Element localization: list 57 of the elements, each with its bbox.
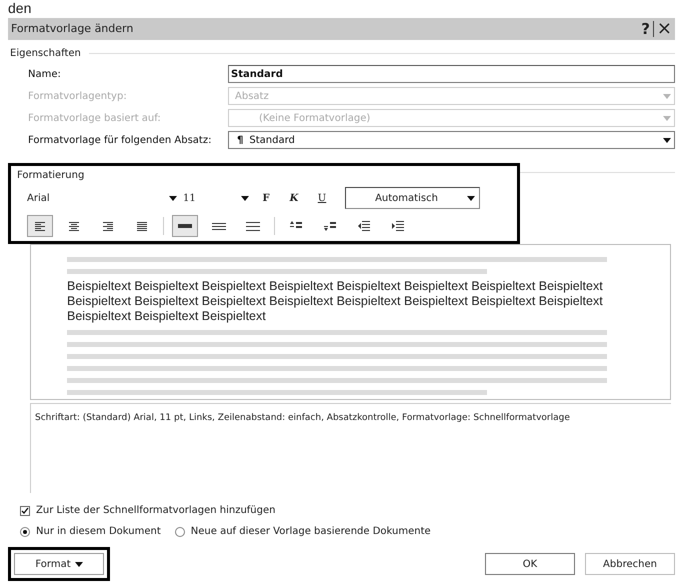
sample-text: Beispieltext Beispieltext Beispieltext xyxy=(67,309,267,324)
dropdown-arrow-icon xyxy=(663,138,671,142)
field-label: Formatvorlage für folgenden Absatz: xyxy=(27,134,212,148)
radio-label: Nur in diesem Dokument xyxy=(36,525,161,539)
dropdown-arrow-icon xyxy=(663,94,671,98)
dropdown-arrow-icon xyxy=(241,196,249,200)
field-label: Formatvorlage basiert auf: xyxy=(27,112,162,126)
dropdown-field[interactable]: ¶ Standard xyxy=(228,131,675,149)
outdent-icon xyxy=(358,221,370,231)
indent-icon xyxy=(392,221,404,231)
bold-button[interactable]: F xyxy=(255,190,277,206)
paragraph-spacing-icon xyxy=(324,221,336,231)
window-title: Formatvorlage ändern xyxy=(11,20,134,37)
paragraph-spacing-icon xyxy=(290,221,302,231)
dropdown-arrow-icon xyxy=(169,196,177,200)
line-spacing-icon xyxy=(178,221,192,231)
font-dropdown[interactable]: Arial xyxy=(27,189,177,207)
help-button[interactable]: ? xyxy=(638,21,654,37)
field-label: Name: xyxy=(27,68,62,82)
toolbar-button[interactable] xyxy=(27,215,53,237)
section-heading: Formatierung xyxy=(17,170,84,181)
dropdown-arrow-icon xyxy=(74,562,83,566)
align-justify-icon xyxy=(137,222,147,230)
name-field[interactable]: Standard xyxy=(228,65,675,83)
cancel-button[interactable]: Abbrechen xyxy=(585,553,675,575)
format-button[interactable]: Format xyxy=(14,553,104,575)
close-button[interactable]: × xyxy=(654,21,675,37)
field-label: Formatvorlagentyp: xyxy=(27,90,128,104)
checkbox-label: Zur Liste der Schnellformatvorlagen hinzufügen xyxy=(36,504,276,518)
page-text-fragment: den xyxy=(7,0,32,16)
sample-text: Beispieltext Beispieltext Beispieltext Beispieltext Beispieltext Beispieltext Beispieltext Beispieltext xyxy=(67,279,604,294)
radio-button[interactable] xyxy=(174,526,185,536)
line-spacing-icon xyxy=(246,221,260,231)
check-icon xyxy=(21,506,29,514)
checkbox[interactable] xyxy=(20,506,30,516)
size-dropdown[interactable]: 11 xyxy=(183,189,249,207)
dropdown-arrow-icon xyxy=(663,116,671,120)
sample-text: Beispieltext Beispieltext Beispieltext Beispieltext Beispieltext Beispieltext Beispieltext Beispieltext xyxy=(67,294,604,309)
dropdown-arrow-icon xyxy=(467,196,475,200)
section-heading: Eigenschaften xyxy=(10,47,81,61)
pilcrow-icon: ¶ xyxy=(229,132,244,148)
color-dropdown[interactable]: Automatisch xyxy=(345,187,480,209)
field-value: Standard xyxy=(230,68,284,82)
line-spacing-icon xyxy=(212,221,226,231)
underline-button[interactable]: U xyxy=(311,190,333,206)
field-value: Standard xyxy=(248,134,296,148)
ok-button[interactable]: OK xyxy=(485,553,575,575)
radio-label: Neue auf dieser Vorlage basierende Dokumente xyxy=(190,525,431,539)
field-value: Absatz xyxy=(234,90,270,104)
radio-button[interactable] xyxy=(20,526,30,536)
align-center-icon xyxy=(69,222,79,230)
align-right-icon xyxy=(103,222,113,230)
italic-button[interactable]: K xyxy=(283,190,305,206)
style-description: Schriftart: (Standard) Arial, 11 pt, Links, Zeilenabstand: einfach, Absatzkontrolle, Formatvorlage: Schnellformatvorlage xyxy=(35,413,570,423)
toolbar-button[interactable] xyxy=(172,215,198,237)
field-value: (Keine Formatvorlage) xyxy=(258,112,372,126)
align-left-icon xyxy=(35,222,45,230)
